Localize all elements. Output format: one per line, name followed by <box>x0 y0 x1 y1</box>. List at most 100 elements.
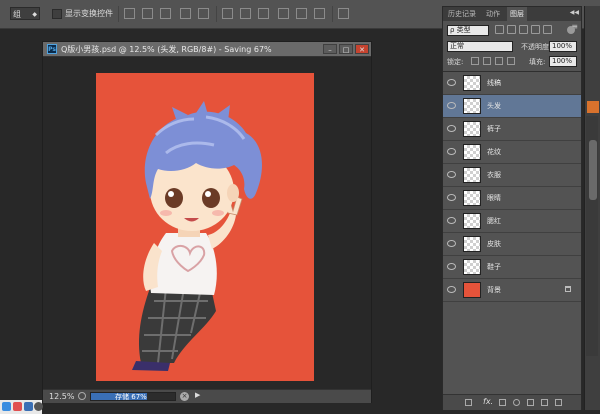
adjustment-layer-icon[interactable] <box>513 399 520 406</box>
distribute-vcenter-icon[interactable] <box>240 8 251 19</box>
eye-icon[interactable] <box>447 102 456 109</box>
layer-row[interactable]: 皮肤 <box>443 233 581 256</box>
eye-icon[interactable] <box>447 125 456 132</box>
status-menu-arrow-icon[interactable]: ▶ <box>195 391 200 399</box>
filter-smart-object-icon[interactable] <box>543 25 552 34</box>
eye-icon[interactable] <box>447 171 456 178</box>
auto-align-icon[interactable] <box>338 8 349 19</box>
filter-kind-dropdown[interactable]: ρ 类型 <box>447 25 489 36</box>
layer-row[interactable]: 背景 <box>443 279 581 302</box>
zoom-level[interactable]: 12.5% <box>49 392 74 401</box>
align-top-icon[interactable] <box>124 8 135 19</box>
save-progress-text: 存储 67% <box>115 392 147 402</box>
layers-scrollbar[interactable] <box>586 116 598 356</box>
eye-icon[interactable] <box>447 263 456 270</box>
distribute-left-icon[interactable] <box>278 8 289 19</box>
filter-type-icon[interactable] <box>519 25 528 34</box>
eye-icon[interactable] <box>447 79 456 86</box>
link-layers-icon[interactable] <box>465 399 472 406</box>
gear-icon[interactable] <box>34 402 43 411</box>
distribute-hcenter-icon[interactable] <box>296 8 307 19</box>
eye-icon[interactable] <box>447 240 456 247</box>
taskbar <box>0 400 43 414</box>
distribute-top-icon[interactable] <box>222 8 233 19</box>
collapse-icon[interactable]: ◀◀ <box>570 9 579 16</box>
fx-button[interactable]: fx. <box>483 397 493 406</box>
layer-row[interactable]: 眼睛 <box>443 187 581 210</box>
filter-shape-icon[interactable] <box>531 25 540 34</box>
divider <box>216 6 217 22</box>
maximize-button[interactable]: □ <box>339 44 353 54</box>
photoshop-icon: Ps <box>47 44 57 54</box>
canvas[interactable] <box>96 73 314 381</box>
distribute-right-icon[interactable] <box>314 8 325 19</box>
filter-adjustment-icon[interactable] <box>507 25 516 34</box>
layer-name: 裤子 <box>487 125 501 133</box>
layer-name: 眼睛 <box>487 194 501 202</box>
layer-row[interactable]: 线稿 <box>443 72 581 95</box>
chevron-down-icon: ◆ <box>32 11 37 18</box>
tab-history[interactable]: 历史记录 <box>445 7 479 21</box>
document-title-bar[interactable]: Ps Q版小男孩.psd @ 12.5% (头发, RGB/8#) - Savi… <box>43 42 371 57</box>
close-button[interactable]: ✕ <box>355 44 369 54</box>
filter-pixel-icon[interactable] <box>495 25 504 34</box>
chibi-boy-illustration <box>132 101 262 371</box>
layer-row[interactable]: 腮红 <box>443 210 581 233</box>
layers-panel: 历史记录 动作 图层 ◀◀ ≡ ρ 类型 正常 不透明度: 100% 锁定: 填… <box>442 6 582 410</box>
show-transform-checkbox[interactable] <box>52 9 62 19</box>
lock-image-icon[interactable] <box>483 57 491 65</box>
align-left-icon[interactable] <box>180 8 191 19</box>
new-layer-icon[interactable] <box>541 399 548 406</box>
layer-thumbnail <box>463 75 481 91</box>
blend-mode-dropdown[interactable]: 正常 <box>447 41 513 52</box>
keyboard-icon[interactable] <box>2 402 11 411</box>
align-bottom-icon[interactable] <box>160 8 171 19</box>
fill-field[interactable]: 100% <box>549 56 577 67</box>
opacity-field[interactable]: 100% <box>549 41 577 52</box>
align-hcenter-icon[interactable] <box>198 8 209 19</box>
layer-row[interactable]: 裤子 <box>443 118 581 141</box>
layer-row[interactable]: 衣服 <box>443 164 581 187</box>
status-bar: 12.5% 存储 67% × ▶ <box>43 389 371 403</box>
save-status: 存储 <box>115 393 129 401</box>
layer-thumbnail <box>463 213 481 229</box>
auto-select-dropdown[interactable]: 组 ◆ <box>10 7 40 20</box>
eye-icon[interactable] <box>447 286 456 293</box>
filter-toggle[interactable] <box>567 26 575 34</box>
document-window: Ps Q版小男孩.psd @ 12.5% (头发, RGB/8#) - Savi… <box>42 41 372 403</box>
eye-icon[interactable] <box>447 217 456 224</box>
lock-all-icon[interactable] <box>507 57 515 65</box>
layer-thumbnail <box>463 98 481 114</box>
add-mask-icon[interactable] <box>499 399 506 406</box>
layer-row[interactable]: 鞋子 <box>443 256 581 279</box>
swatch-icon[interactable] <box>587 101 599 113</box>
cancel-save-icon[interactable]: × <box>180 392 189 401</box>
tab-actions[interactable]: 动作 <box>483 7 503 21</box>
canvas-area[interactable] <box>43 57 371 389</box>
app-icon[interactable] <box>13 402 22 411</box>
lock-icon <box>565 286 571 292</box>
shirt-icon[interactable] <box>24 402 33 411</box>
fill-label: 填充: <box>529 58 546 66</box>
layer-name: 皮肤 <box>487 240 501 248</box>
divider <box>118 6 119 22</box>
layer-name: 线稿 <box>487 79 501 87</box>
tab-layers[interactable]: 图层 <box>507 7 527 21</box>
lock-position-icon[interactable] <box>495 57 503 65</box>
layer-name: 腮红 <box>487 217 501 225</box>
trash-icon[interactable] <box>555 399 562 406</box>
eye-icon[interactable] <box>447 148 456 155</box>
align-vcenter-icon[interactable] <box>142 8 153 19</box>
filter-kind-value: 类型 <box>456 26 471 34</box>
new-group-icon[interactable] <box>527 399 534 406</box>
layer-row[interactable]: 头发 <box>443 95 581 118</box>
opacity-label: 不透明度: <box>521 43 552 51</box>
distribute-bottom-icon[interactable] <box>258 8 269 19</box>
eye-icon[interactable] <box>447 194 456 201</box>
lock-transparent-icon[interactable] <box>471 57 479 65</box>
info-icon[interactable] <box>78 392 86 400</box>
document-title: Q版小男孩.psd @ 12.5% (头发, RGB/8#) - Saving … <box>61 45 272 54</box>
scrollbar-thumb[interactable] <box>589 140 597 200</box>
minimize-button[interactable]: – <box>323 44 337 54</box>
layer-row[interactable]: 花纹 <box>443 141 581 164</box>
